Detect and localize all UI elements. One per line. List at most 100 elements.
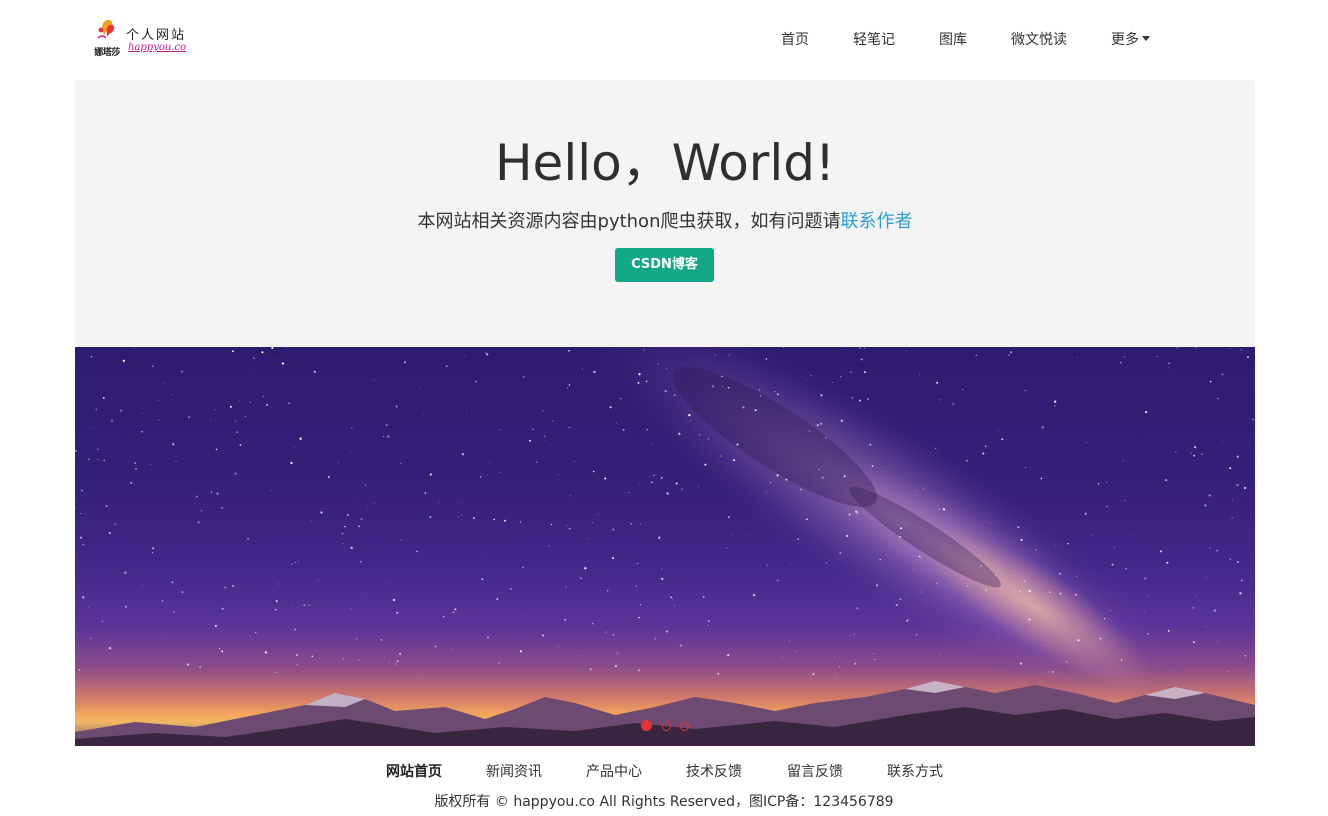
nav-item-gallery[interactable]: 图库: [939, 28, 967, 52]
star: [1216, 641, 1218, 643]
star: [1213, 609, 1217, 612]
star: [536, 461, 538, 463]
star: [1144, 410, 1148, 414]
footer-nav: 网站首页 新闻资讯 产品中心 技术反馈 留言反馈 联系方式: [0, 760, 1328, 784]
star: [487, 636, 489, 639]
star: [95, 408, 97, 411]
star: [1201, 453, 1203, 455]
star: [341, 532, 344, 535]
star: [291, 606, 292, 608]
star: [105, 504, 108, 508]
star: [298, 560, 300, 562]
star: [1195, 347, 1197, 349]
footer-link-news[interactable]: 新闻资讯: [486, 760, 542, 784]
star: [499, 429, 501, 431]
star: [1175, 450, 1177, 453]
star: [294, 446, 296, 448]
nav-item-notes[interactable]: 轻笔记: [853, 28, 895, 52]
star: [1103, 618, 1106, 620]
star: [475, 380, 478, 383]
star: [1114, 547, 1115, 548]
star: [612, 634, 615, 636]
star: [604, 477, 607, 480]
carousel-indicator-2[interactable]: [661, 722, 671, 731]
csdn-blog-button[interactable]: CSDN博客: [615, 248, 714, 282]
star: [124, 571, 127, 574]
star: [742, 406, 745, 409]
star: [702, 596, 705, 598]
star: [75, 449, 77, 452]
star: [843, 475, 846, 478]
star: [820, 422, 823, 425]
star: [605, 631, 607, 633]
star: [281, 362, 285, 365]
star: [1049, 591, 1051, 593]
footer-link-home[interactable]: 网站首页: [386, 760, 442, 784]
star: [714, 354, 716, 356]
star: [496, 597, 499, 601]
star: [1147, 633, 1149, 635]
star: [1076, 575, 1078, 577]
star: [698, 434, 701, 436]
nav-item-reading[interactable]: 微文悦读: [1011, 28, 1067, 52]
star: [1017, 526, 1020, 529]
star: [930, 452, 931, 453]
star: [521, 614, 523, 615]
star: [913, 569, 914, 570]
nav-item-more-dropdown[interactable]: 更多: [1111, 28, 1150, 52]
star: [504, 519, 506, 522]
star: [170, 394, 172, 395]
star: [90, 427, 92, 429]
star: [564, 618, 567, 621]
star: [271, 347, 274, 350]
footer-link-products[interactable]: 产品中心: [586, 760, 642, 784]
star: [1054, 400, 1057, 403]
star: [360, 518, 363, 521]
star: [840, 419, 844, 422]
star: [906, 619, 909, 622]
star: [423, 414, 425, 416]
star: [736, 443, 739, 446]
star: [150, 463, 152, 465]
star: [451, 648, 453, 650]
star: [592, 622, 594, 625]
star: [1168, 362, 1170, 365]
footer-link-contact[interactable]: 联系方式: [887, 760, 943, 784]
nav-item-home[interactable]: 首页: [781, 28, 809, 52]
navbar: 娜塔莎 个人网站 happyou.co 首页 轻笔记 图库 微文悦读 更多: [0, 0, 1328, 80]
star: [1089, 612, 1090, 614]
image-carousel[interactable]: [75, 347, 1255, 746]
star: [1166, 561, 1169, 564]
footer-link-tech-feedback[interactable]: 技术反馈: [686, 760, 742, 784]
star: [1125, 568, 1127, 570]
footer-link-messages[interactable]: 留言反馈: [787, 760, 843, 784]
star: [673, 394, 676, 397]
star: [1224, 405, 1226, 407]
star: [481, 578, 484, 580]
contact-author-link[interactable]: 联系作者: [840, 211, 912, 232]
star: [1046, 603, 1048, 605]
star: [439, 502, 441, 504]
star: [854, 662, 857, 665]
star: [80, 512, 82, 514]
star: [1099, 637, 1102, 640]
star: [646, 429, 648, 431]
star: [568, 349, 570, 352]
star: [299, 437, 302, 440]
star: [915, 634, 918, 636]
star: [915, 490, 917, 492]
star: [542, 410, 544, 412]
star: [797, 538, 799, 540]
star: [765, 492, 767, 493]
star: [510, 588, 512, 590]
star: [114, 523, 117, 526]
carousel-indicator-3[interactable]: [679, 722, 689, 731]
star: [1236, 455, 1239, 458]
star: [566, 525, 568, 527]
star: [1001, 438, 1004, 440]
star: [851, 396, 854, 399]
star: [296, 664, 298, 666]
star: [1028, 618, 1031, 621]
star: [400, 539, 402, 541]
star: [1193, 641, 1195, 643]
